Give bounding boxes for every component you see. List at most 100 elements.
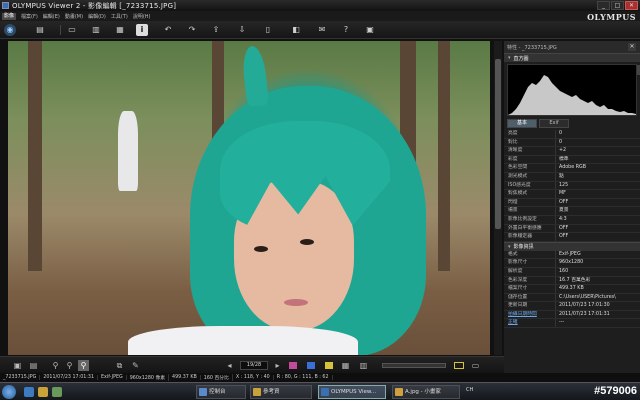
property-row: 正確 --- [504,319,640,329]
property-value: 960x1280 [559,260,584,266]
panel-header: 特性 - _7233715.JPG ✕ [504,41,640,53]
task-olympus-viewer[interactable]: OLYMPUS View... [318,385,386,399]
fullscreen-icon[interactable]: ▭ [470,360,481,371]
property-value: 125 [559,182,569,188]
property-key: 格式 [504,250,556,259]
property-row: 場景 夏景 [504,207,640,216]
next-icon[interactable]: ▸ [272,360,283,371]
background-person [118,111,138,191]
adjust-icon[interactable]: ◧ [290,24,302,36]
frame-toggle-icon[interactable] [454,362,464,369]
compare-view-icon[interactable]: ▥ [358,360,369,371]
app-icon[interactable] [2,2,9,9]
share-icon[interactable]: ⇩ [236,24,248,36]
menu-file[interactable]: 檔案(F) [21,13,38,20]
image-info-title: 影像資訊 [513,244,534,251]
frame-icon[interactable]: ▥ [90,24,102,36]
task-control-panel[interactable]: 控制台 [196,385,246,399]
property-row: 亮度 0 [504,130,640,139]
compare-icon[interactable]: ▯ [262,24,274,36]
property-row: 影像穩定器 OFF [504,233,640,242]
property-key: 場景 [504,207,556,215]
windows-taskbar: 控制台 參考資 OLYMPUS View... A.jpg - 小畫家 CH #… [0,382,640,400]
panel-tabs: 基本 Exif [504,116,640,128]
panel-close-icon[interactable]: ✕ [628,43,636,51]
zoom-out-icon[interactable]: ⚲ [64,360,75,371]
status-item: 499.37 KB [169,375,201,380]
language-indicator[interactable]: CH [466,387,473,393]
property-row: 影像尺寸 960x1280 [504,259,640,268]
status-item: R : 80, G : 111, B : 62 [274,375,333,380]
tab-exif[interactable]: Exif [539,119,569,128]
zoom-slider[interactable] [382,363,446,368]
photo-viewer[interactable] [8,41,490,355]
property-value: 0 [559,139,563,145]
save-icon[interactable]: ▤ [34,24,46,36]
status-item: X : 118, Y : 40 [233,375,274,380]
single-view-icon[interactable]: ▣ [12,360,23,371]
task-label: 參考資 [263,389,280,395]
tab-basic[interactable]: 基本 [507,119,537,128]
property-row: 對比 0 [504,138,640,148]
menu-edit[interactable]: 編輯(E) [43,13,60,20]
task-label: OLYMPUS View... [331,389,377,395]
property-value: 16.7 百萬色彩 [559,277,591,283]
control-panel-icon [199,388,207,396]
scrollbar-thumb[interactable] [495,59,501,229]
help-icon[interactable]: ? [340,24,352,36]
task-paint[interactable]: A.jpg - 小畫家 [392,385,460,399]
multi-view-icon[interactable]: ▤ [28,360,39,371]
folder-icon[interactable] [38,387,48,397]
crop-icon[interactable]: ▦ [114,24,126,36]
menu-tools[interactable]: 工具(T) [111,13,128,20]
histogram-graph [508,75,636,115]
property-value: 4:3 [559,216,567,222]
vertical-scrollbar[interactable] [494,41,502,355]
previous-icon[interactable]: ◂ [224,360,235,371]
rotate-right-icon[interactable]: ↷ [186,24,198,36]
menu-help[interactable]: 說明(H) [133,13,151,20]
property-key: 影像穩定器 [504,233,556,241]
email-icon[interactable]: ✉ [316,24,328,36]
property-key: 色彩深度 [504,276,556,285]
property-key: 影像尺寸 [504,259,556,267]
calendar-icon[interactable]: ▣ [364,24,376,36]
export-icon[interactable]: ⇪ [210,24,222,36]
property-key: 拍攝日期時間 [504,310,556,319]
back-icon[interactable]: ◉ [4,24,16,36]
rotate-left-icon[interactable]: ↶ [162,24,174,36]
close-icon[interactable]: ✕ [625,1,638,10]
property-row: 色彩深度 16.7 百萬色彩 [504,276,640,286]
edit-icon[interactable]: ✎ [130,360,141,371]
media-icon[interactable] [52,387,62,397]
copy-icon[interactable]: ⧉ [114,360,125,371]
yellow-label-icon[interactable] [325,362,333,369]
ie-icon[interactable] [24,387,34,397]
print-icon[interactable]: ▭ [66,24,78,36]
property-value: 499.37 KB [559,286,584,292]
blue-label-icon[interactable] [307,362,315,369]
watermark-text: #579006 [594,385,637,397]
zoom-fit-icon[interactable]: ⚲ [78,360,89,371]
collapse-triangle-icon[interactable]: ▾ [508,244,511,250]
zoom-in-icon[interactable]: ⚲ [50,360,61,371]
histogram-header[interactable]: ▾ 直方圖 [504,53,640,62]
mode-badge[interactable]: 影像 [2,12,17,20]
property-key: 閃燈 [504,198,556,207]
image-info-header[interactable]: ▾ 影像資訊 [504,241,640,251]
task-reference[interactable]: 參考資 [250,385,312,399]
info-toggle-icon[interactable]: i [136,24,148,36]
start-button[interactable] [2,385,16,399]
menu-movie[interactable]: 動畫(M) [65,13,83,20]
collapse-triangle-icon[interactable]: ▾ [508,55,511,61]
property-row: 清晰度 +2 [504,147,640,156]
status-item: 2011/07/23 17:01:31 [40,375,99,380]
menu-edit-image[interactable]: 編輯(D) [88,13,106,20]
grid-icon[interactable]: ▦ [340,360,351,371]
properties-panel: 特性 - _7233715.JPG ✕ ▾ 直方圖 基本 Exif 亮度 0 對比 0… [504,41,640,373]
maximize-icon[interactable]: □ [611,1,624,10]
property-row: 影像比例設定 4:3 [504,215,640,225]
minimize-icon[interactable]: _ [597,1,610,10]
magenta-label-icon[interactable] [289,362,297,369]
property-key: 解析度 [504,267,556,276]
